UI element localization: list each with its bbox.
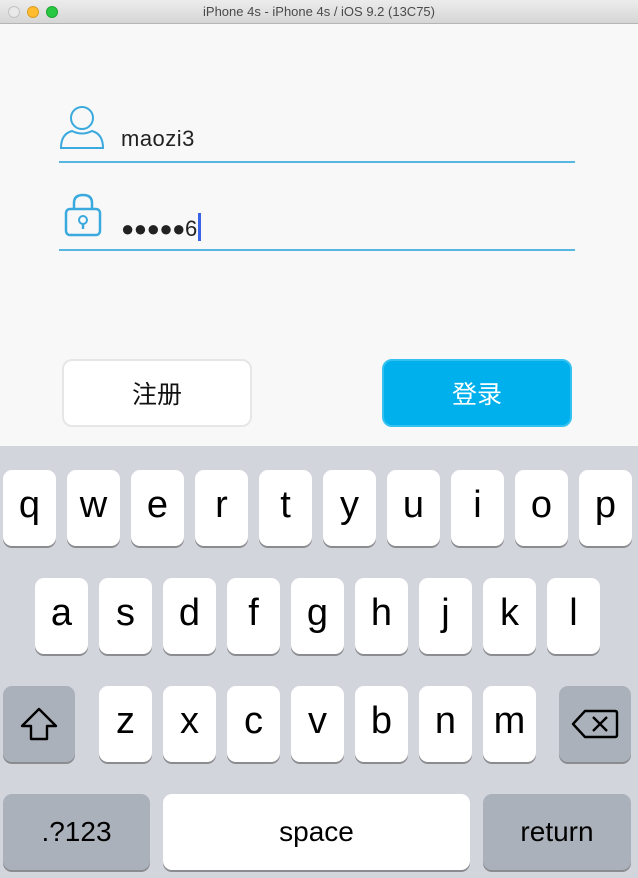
window-title: iPhone 4s - iPhone 4s / iOS 9.2 (13C75) <box>203 4 435 19</box>
key-i[interactable]: i <box>451 470 504 546</box>
key-k[interactable]: k <box>483 578 536 654</box>
key-e[interactable]: e <box>131 470 184 546</box>
ios-keyboard: q w e r t y u i o p a s d f g h j k l z … <box>0 446 638 878</box>
password-underline <box>59 249 575 251</box>
key-j[interactable]: j <box>419 578 472 654</box>
shift-key[interactable] <box>3 686 75 762</box>
shift-icon <box>20 707 58 741</box>
user-icon <box>59 106 105 149</box>
key-f[interactable]: f <box>227 578 280 654</box>
username-underline <box>59 161 575 163</box>
register-button[interactable]: 注册 <box>62 359 252 427</box>
password-field[interactable]: ●●●●●6 <box>59 192 575 251</box>
key-b[interactable]: b <box>355 686 408 762</box>
simulator-title-bar: iPhone 4s - iPhone 4s / iOS 9.2 (13C75) <box>0 0 638 24</box>
delete-key[interactable] <box>559 686 631 762</box>
key-y[interactable]: y <box>323 470 376 546</box>
space-key[interactable]: space <box>163 794 470 870</box>
backspace-icon <box>571 709 619 739</box>
return-key[interactable]: return <box>483 794 631 870</box>
login-button[interactable]: 登录 <box>382 359 572 427</box>
key-x[interactable]: x <box>163 686 216 762</box>
key-u[interactable]: u <box>387 470 440 546</box>
key-t[interactable]: t <box>259 470 312 546</box>
key-r[interactable]: r <box>195 470 248 546</box>
key-s[interactable]: s <box>99 578 152 654</box>
key-q[interactable]: q <box>3 470 56 546</box>
key-z[interactable]: z <box>99 686 152 762</box>
key-d[interactable]: d <box>163 578 216 654</box>
key-g[interactable]: g <box>291 578 344 654</box>
key-p[interactable]: p <box>579 470 632 546</box>
username-field[interactable]: maozi3 <box>59 104 575 163</box>
text-caret <box>197 213 201 242</box>
username-value: maozi3 <box>121 126 195 151</box>
password-value: ●●●●●6 <box>121 213 201 244</box>
key-m[interactable]: m <box>483 686 536 762</box>
numbers-key[interactable]: .?123 <box>3 794 150 870</box>
key-w[interactable]: w <box>67 470 120 546</box>
key-a[interactable]: a <box>35 578 88 654</box>
lock-icon <box>64 193 102 237</box>
key-l[interactable]: l <box>547 578 600 654</box>
login-screen: maozi3 ●●●●●6 注册 登录 <box>0 24 638 446</box>
key-h[interactable]: h <box>355 578 408 654</box>
key-o[interactable]: o <box>515 470 568 546</box>
key-n[interactable]: n <box>419 686 472 762</box>
key-c[interactable]: c <box>227 686 280 762</box>
key-v[interactable]: v <box>291 686 344 762</box>
